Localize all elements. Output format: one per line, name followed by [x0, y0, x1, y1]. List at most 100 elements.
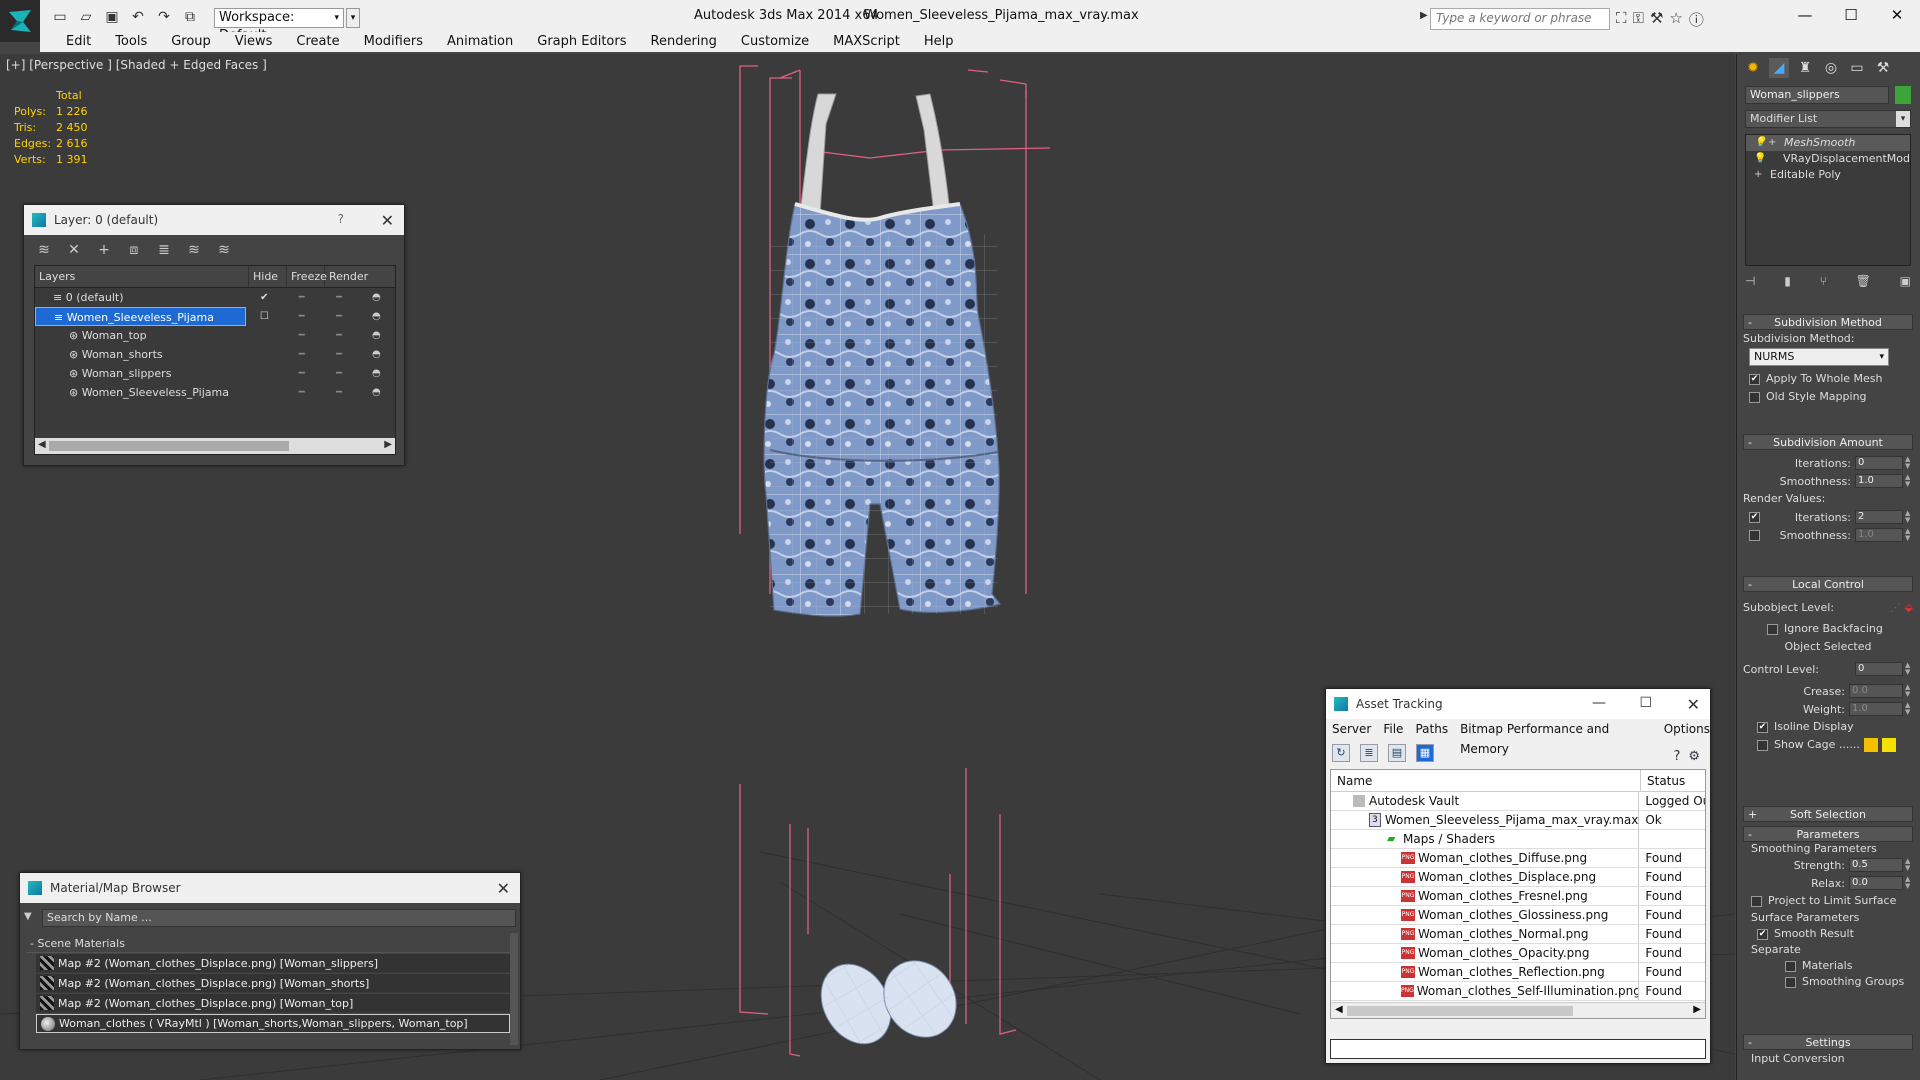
show-cage-checkbox[interactable]: Show Cage ......: [1743, 736, 1913, 754]
help-icon[interactable]: ?: [1673, 749, 1680, 764]
scroll-right-icon[interactable]: ▶: [384, 439, 392, 450]
subdivision-method-rollout[interactable]: - Subdivision Method: [1743, 314, 1913, 330]
search-expand-icon[interactable]: ▶: [1420, 10, 1428, 21]
cage-color-1[interactable]: [1863, 738, 1878, 752]
hide-all-icon[interactable]: ≋: [186, 242, 202, 258]
spinner-icon[interactable]: ▲ ▼: [1905, 528, 1913, 542]
vertex-edge-icons[interactable]: ⋰ ⬙: [1890, 601, 1913, 614]
cage-color-2[interactable]: [1881, 738, 1896, 752]
layer-row[interactable]: ≡ Women_Sleeveless_Pijama ☐ ━ ━ ◓: [35, 307, 395, 326]
iterations-input[interactable]: 0: [1855, 456, 1903, 470]
close-icon[interactable]: ✕: [1874, 0, 1920, 30]
redo-icon[interactable]: ↷: [154, 8, 174, 26]
spinner-icon[interactable]: ▲ ▼: [1905, 858, 1913, 872]
menu-animation[interactable]: Animation: [435, 32, 525, 52]
binoculars-icon[interactable]: ⛶: [1616, 9, 1627, 30]
menu-maxscript[interactable]: MAXScript: [821, 32, 912, 52]
asset-row[interactable]: PNG Woman_clothes_Fresnel.png Found: [1331, 887, 1705, 906]
close-icon[interactable]: ✕: [381, 211, 394, 230]
hide-toggle[interactable]: ━: [283, 364, 320, 383]
hide-toggle[interactable]: ━: [283, 383, 320, 402]
settings-rollout[interactable]: - Settings: [1743, 1034, 1913, 1050]
modifier-list-dropdown[interactable]: Modifier List ▾: [1745, 110, 1911, 128]
subscription-icon[interactable]: ⚿: [1633, 9, 1644, 30]
material-item[interactable]: Map #2 (Woman_clothes_Displace.png) [Wom…: [36, 954, 510, 973]
menu-server[interactable]: Server: [1332, 719, 1371, 739]
menu-group[interactable]: Group: [159, 32, 223, 52]
material-vscrollbar[interactable]: [510, 933, 518, 1045]
menu-options[interactable]: Options: [1664, 719, 1710, 739]
menu-help[interactable]: Help: [912, 32, 966, 52]
menu-tools[interactable]: Tools: [103, 32, 159, 52]
hide-toggle[interactable]: ━: [283, 326, 320, 345]
help-icon[interactable]: ⓘ: [1689, 9, 1704, 30]
material-search-input[interactable]: Search by Name ...: [42, 909, 516, 927]
current-layer-check-icon[interactable]: ✔: [246, 288, 283, 307]
apply-whole-mesh-checkbox[interactable]: ✔ Apply To Whole Mesh: [1743, 370, 1913, 388]
relax-input[interactable]: 0.0: [1849, 876, 1903, 890]
list-view-icon[interactable]: ≣: [1360, 744, 1378, 762]
render-teapot-icon[interactable]: ◓: [358, 288, 395, 307]
favorites-star-icon[interactable]: ☆: [1669, 9, 1682, 30]
scene-materials-group[interactable]: - Scene Materials: [26, 935, 510, 953]
layer-row[interactable]: ⊛ Woman_top ━ ━ ◓: [35, 326, 395, 345]
highlight-layer-icon[interactable]: ≣: [156, 242, 172, 258]
layer-row[interactable]: ⊛ Women_Sleeveless_Pijama ━ ━ ◓: [35, 383, 395, 402]
render-iterations-input[interactable]: 2: [1855, 510, 1903, 524]
asset-row[interactable]: Autodesk Vault Logged Ou: [1331, 792, 1705, 811]
asset-hscrollbar[interactable]: ◀ ▶: [1331, 1002, 1705, 1018]
workspace-dropdown[interactable]: Workspace: Default▾: [214, 8, 344, 43]
communication-icon[interactable]: ⚒: [1650, 9, 1663, 30]
material-browser-titlebar[interactable]: Material/Map Browser ✕: [20, 873, 520, 903]
layer-row[interactable]: ≡ 0 (default) ✔ ━ ━ ◓: [35, 288, 395, 307]
spinner-icon[interactable]: ▲ ▼: [1905, 662, 1913, 676]
filter-dropdown-icon[interactable]: ▼: [24, 911, 32, 922]
spinner-icon[interactable]: ▲ ▼: [1905, 702, 1913, 716]
render-teapot-icon[interactable]: ◓: [358, 326, 395, 345]
render-teapot-icon[interactable]: ◓: [358, 307, 395, 326]
modifier-stack-item[interactable]: + Editable Poly: [1746, 167, 1910, 183]
object-name-field[interactable]: Woman_slippers: [1745, 86, 1889, 104]
asset-row[interactable]: PNG Woman_clothes_Opacity.png Found: [1331, 944, 1705, 963]
spinner-icon[interactable]: ▲ ▼: [1905, 510, 1913, 524]
col-freeze[interactable]: Freeze: [287, 266, 327, 287]
pin-stack-icon[interactable]: ⊣: [1745, 274, 1755, 288]
menu-file[interactable]: File: [1383, 719, 1403, 739]
col-render[interactable]: Render: [325, 266, 368, 287]
modifier-stack-item[interactable]: 💡 + MeshSmooth: [1746, 135, 1910, 151]
spinner-icon[interactable]: ▲ ▼: [1905, 456, 1913, 470]
menu-paths[interactable]: Paths: [1415, 719, 1448, 739]
menu-graph-editors[interactable]: Graph Editors: [525, 32, 638, 52]
parameters-rollout[interactable]: - Parameters: [1743, 826, 1913, 842]
layer-hscrollbar[interactable]: ◀ ▶: [35, 438, 395, 454]
close-icon[interactable]: ✕: [1687, 695, 1700, 714]
minimize-icon[interactable]: —: [1592, 695, 1606, 711]
open-file-icon[interactable]: ▱: [76, 8, 96, 26]
smooth-result-checkbox[interactable]: ✔ Smooth Result: [1743, 926, 1913, 942]
display-tab-icon[interactable]: ▭: [1847, 58, 1867, 78]
modifier-stack-item[interactable]: 💡 VRayDisplacementMod: [1746, 151, 1910, 167]
project-folder-icon[interactable]: ⧉: [180, 8, 200, 26]
hide-toggle[interactable]: ━: [283, 288, 320, 307]
hide-toggle[interactable]: ━: [283, 345, 320, 364]
add-selection-icon[interactable]: +: [96, 242, 112, 258]
layer-window-titlebar[interactable]: Layer: 0 (default) ? ✕: [24, 205, 404, 235]
options-icon[interactable]: ⚙: [1688, 749, 1700, 764]
render-teapot-icon[interactable]: ◓: [358, 383, 395, 402]
remove-modifier-icon[interactable]: 🗑: [1856, 274, 1871, 288]
hierarchy-tab-icon[interactable]: ♜: [1795, 58, 1815, 78]
modify-tab-icon[interactable]: ◢: [1769, 58, 1789, 78]
detail-view-icon[interactable]: ▤: [1388, 744, 1406, 762]
save-icon[interactable]: ▣: [102, 8, 122, 26]
keyword-search-input[interactable]: Type a keyword or phrase: [1430, 8, 1610, 30]
lightbulb-icon[interactable]: 💡: [1754, 151, 1766, 167]
scroll-thumb[interactable]: [1347, 1006, 1573, 1016]
menu-bitmap-performance[interactable]: Bitmap Performance and Memory: [1460, 719, 1652, 756]
new-file-icon[interactable]: ▭: [50, 8, 70, 26]
render-smoothness-checkbox[interactable]: [1749, 529, 1760, 541]
col-layers[interactable]: Layers: [35, 266, 249, 287]
freeze-toggle[interactable]: ━: [320, 345, 357, 364]
render-smoothness-input[interactable]: 1.0: [1855, 528, 1903, 542]
table-view-icon[interactable]: ▦: [1416, 744, 1434, 762]
app-menu-button[interactable]: [0, 0, 40, 42]
